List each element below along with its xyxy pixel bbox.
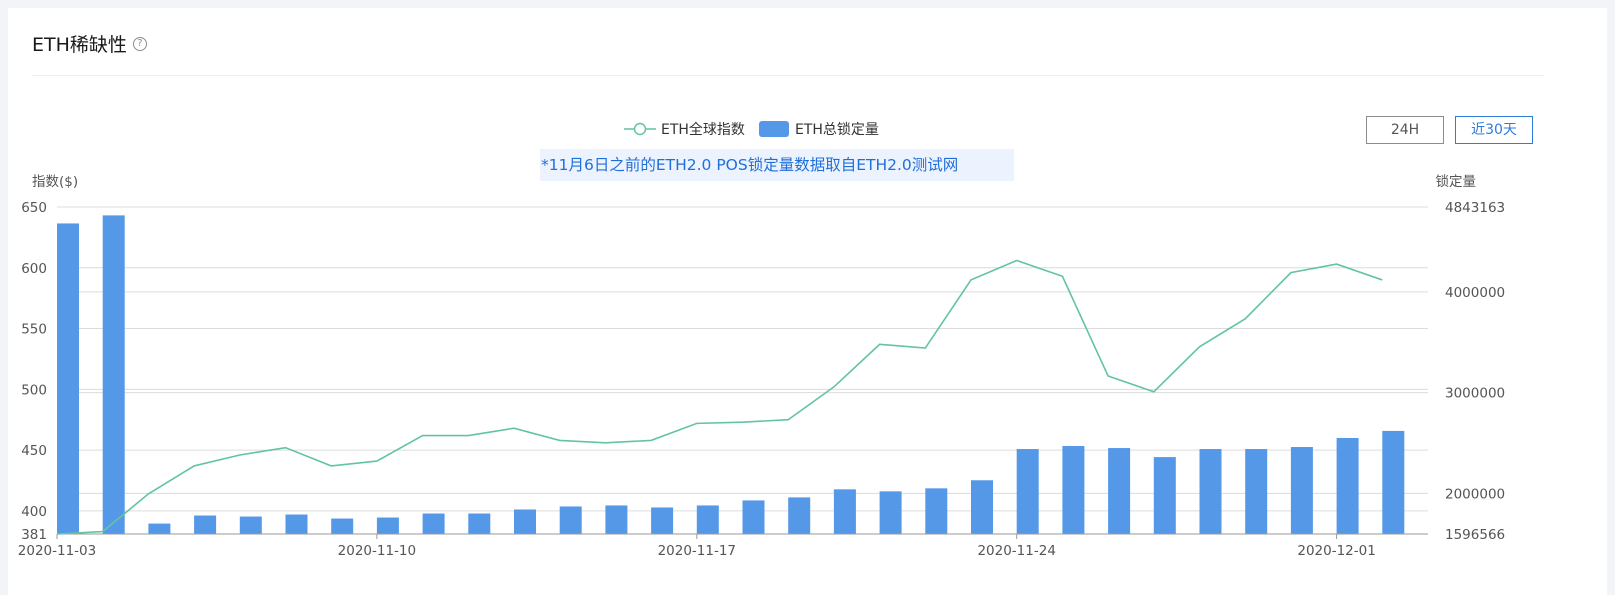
bar-locked bbox=[422, 513, 445, 534]
y-left-tick-label: 650 bbox=[21, 200, 47, 216]
bar-locked bbox=[331, 518, 354, 534]
y-left-axis-label: 指数($) bbox=[32, 174, 78, 190]
bar-locked bbox=[468, 513, 491, 534]
bar-locked bbox=[1382, 430, 1405, 534]
x-tick-label: 2020-11-10 bbox=[338, 543, 416, 559]
bar-locked bbox=[696, 505, 719, 534]
bar-locked bbox=[925, 488, 948, 534]
y-right-tick-label: 2000000 bbox=[1445, 486, 1505, 502]
bar-locked bbox=[514, 509, 536, 534]
x-tick-label: 2020-11-24 bbox=[977, 543, 1055, 559]
chart-canvas: 650 600 550 500 450 400 381 4843163 4000000 30000… bbox=[18, 174, 1505, 559]
bar-locked bbox=[1062, 446, 1085, 534]
y-left-tick-label: 600 bbox=[21, 261, 47, 277]
bar-locked bbox=[1199, 449, 1222, 534]
y-right-tick-label: 4843163 bbox=[1445, 200, 1505, 216]
y-right-axis-label: 锁定量 bbox=[1436, 174, 1477, 190]
y-left-tick-label: 500 bbox=[21, 382, 47, 398]
bar-locked bbox=[742, 500, 765, 534]
bar-locked bbox=[1153, 457, 1176, 534]
bar-locked bbox=[148, 523, 171, 534]
bar-locked bbox=[559, 506, 582, 534]
bar-locked bbox=[651, 507, 674, 534]
bar-locked bbox=[1016, 449, 1039, 534]
y-right-tick-label: 3000000 bbox=[1445, 386, 1505, 402]
bar-locked bbox=[376, 517, 399, 534]
y-right-tick-label: 1596566 bbox=[1445, 527, 1505, 543]
bar-locked bbox=[102, 215, 125, 534]
bar-locked bbox=[605, 505, 628, 534]
y-left-tick-label: 381 bbox=[21, 527, 47, 543]
y-left-tick-label: 400 bbox=[21, 504, 47, 520]
y-right-tick-label: 4000000 bbox=[1445, 285, 1505, 301]
bar-locked bbox=[971, 480, 993, 534]
bar-locked bbox=[1108, 448, 1131, 534]
x-tick-label: 2020-12-01 bbox=[1297, 543, 1375, 559]
y-left-tick-label: 550 bbox=[21, 322, 47, 338]
bar-locked bbox=[239, 516, 262, 534]
bar-locked bbox=[194, 515, 217, 534]
bar-locked bbox=[879, 491, 902, 534]
bar-locked bbox=[788, 497, 811, 534]
bar-locked bbox=[1336, 437, 1359, 534]
bar-locked bbox=[57, 223, 79, 535]
bar-locked bbox=[833, 489, 856, 534]
bar-locked bbox=[1245, 449, 1268, 534]
x-tick-label: 2020-11-17 bbox=[658, 543, 736, 559]
bar-locked bbox=[285, 514, 308, 534]
y-left-tick-label: 450 bbox=[21, 443, 47, 459]
bar-locked bbox=[1290, 447, 1313, 534]
x-tick-label: 2020-11-03 bbox=[18, 543, 96, 559]
